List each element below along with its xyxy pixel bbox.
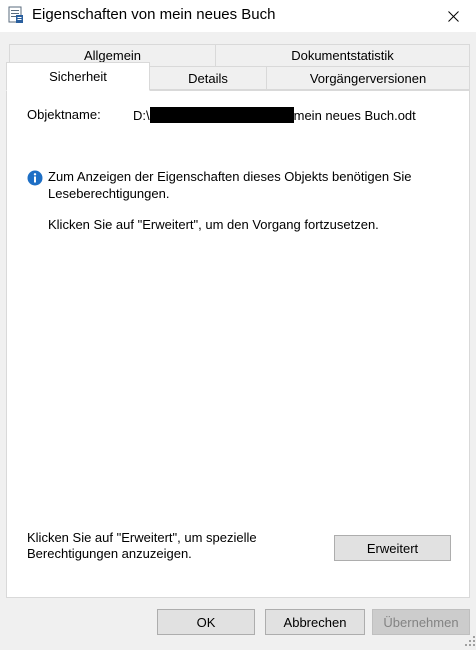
resize-grip-icon[interactable] bbox=[464, 635, 476, 647]
tab-dokumentstatistik[interactable]: Dokumentstatistik bbox=[215, 44, 470, 67]
advanced-permissions-hint: Klicken Sie auf "Erweitert", um speziell… bbox=[27, 530, 257, 561]
close-icon bbox=[447, 10, 459, 22]
tab-label: Sicherheit bbox=[49, 69, 107, 84]
close-button[interactable] bbox=[430, 0, 476, 32]
advanced-button[interactable]: Erweitert bbox=[334, 535, 451, 561]
tab-label: Details bbox=[188, 71, 228, 86]
tab-label: Allgemein bbox=[83, 48, 142, 63]
tab-label: Dokumentstatistik bbox=[291, 48, 394, 63]
object-name-suffix: mein neues Buch.odt bbox=[293, 108, 416, 123]
window-title: Eigenschaften von mein neues Buch bbox=[32, 6, 276, 23]
object-name-prefix: D:\ bbox=[133, 108, 150, 123]
cancel-button[interactable]: Abbrechen bbox=[265, 609, 365, 635]
info-message: Zum Anzeigen der Eigenschaften dieses Ob… bbox=[48, 169, 412, 201]
ok-button[interactable]: OK bbox=[157, 609, 255, 635]
tab-sicherheit[interactable]: Sicherheit bbox=[6, 62, 150, 91]
document-properties-icon bbox=[8, 6, 24, 24]
tab-vorgaengerversionen[interactable]: Vorgängerversionen bbox=[266, 66, 470, 90]
redacted-path bbox=[149, 107, 294, 123]
object-name-value: D:\ mein neues Buch.odt bbox=[133, 107, 416, 123]
tab-label: Vorgängerversionen bbox=[309, 71, 427, 86]
continue-hint: Klicken Sie auf "Erweitert", um den Vorg… bbox=[48, 217, 379, 232]
title-bar: Eigenschaften von mein neues Buch bbox=[0, 0, 476, 32]
info-icon bbox=[27, 170, 43, 186]
security-panel: Objektname: D:\ mein neues Buch.odt Zum A… bbox=[6, 90, 470, 598]
tab-details[interactable]: Details bbox=[149, 66, 267, 90]
apply-button[interactable]: Übernehmen bbox=[372, 609, 470, 635]
object-name-label: Objektname: bbox=[27, 107, 101, 122]
